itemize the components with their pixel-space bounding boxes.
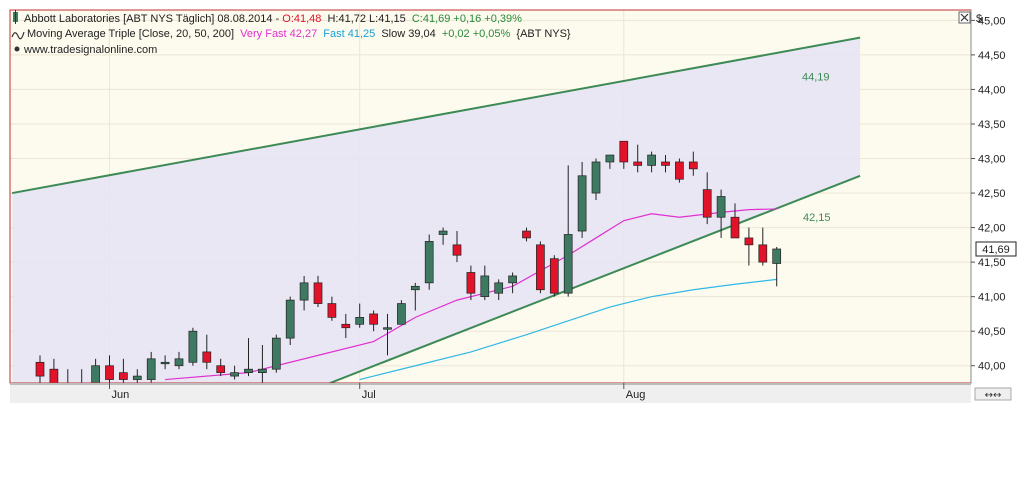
candle-body [230,372,239,377]
y-tick-label: 43,50 [978,119,1006,131]
candle-body [119,372,128,380]
candle [675,158,684,183]
candle-body [271,337,281,370]
candle-body [341,323,351,329]
candle-body [661,161,670,166]
header-line-2: Moving Average Triple [Close, 20, 50, 20… [27,28,571,40]
candle-body [313,282,323,304]
channel-lower-label: 42,15 [803,212,831,224]
candle-body [675,161,684,180]
ma-symbol: {ABT NYS} [516,28,571,40]
last-price-label: 41,69 [982,244,1010,256]
candle-body [285,299,295,339]
candle-body [466,272,476,294]
candle-body [424,241,434,284]
scroll-arrows-icon[interactable]: ↔↔ [974,387,1012,401]
candle-body [563,234,573,294]
candle-body [160,361,170,365]
candle-body [410,285,420,291]
y-tick-label: 40,50 [978,326,1006,338]
candle-body [577,175,587,232]
candle-body [730,216,740,239]
chart: Jun Jul Aug $ 40,0040,5041,0041,5042,0042,… [0,0,1025,496]
candle-body [355,317,365,325]
last-price-marker: 41,69 [975,241,1017,257]
candle-body [508,275,517,284]
x-tick-label: Jun [112,389,130,401]
candle-body [480,275,490,298]
time-axis-bar [10,383,971,403]
candle-body [452,244,462,256]
candle-body [744,237,754,246]
candle-body [438,230,448,235]
channel-upper-label: 44,19 [802,71,830,83]
candle-body [772,248,782,264]
candle-body [397,303,406,325]
candle-body [758,244,768,263]
ma-change: +0,02 +0,05% [442,28,511,40]
y-tick-label: 43,00 [978,154,1006,166]
candle-body [188,330,198,363]
candle-body [633,161,643,166]
header-close: C:41,69 +0,16 +0,39% [412,13,522,25]
candle [424,234,434,290]
ma-very-fast-label: Very Fast 42,27 [240,28,317,40]
candle-body [258,368,267,373]
candle-body [591,161,601,194]
candle-body [105,365,114,380]
candle-body [605,154,615,163]
x-tick-label: Jul [362,389,376,401]
header-prefix: Abbott Laboratories [ABT NYS Täglich] 08… [24,13,280,25]
svg-text:↔↔: ↔↔ [985,390,1002,401]
y-tick-label: 45,00 [978,15,1006,27]
website-label: www.tradesignalonline.com [23,44,157,56]
y-tick-label: 42,00 [978,223,1006,235]
candle-body [536,244,545,291]
candle-body [202,351,212,363]
candle-body [383,327,392,330]
ma-slow-label: Slow 39,04 [381,28,435,40]
candle [536,241,545,294]
candle-body [299,282,309,301]
candle-body [522,230,531,239]
candle-body [549,258,559,294]
bullet-icon [14,46,20,52]
candle-body [688,161,698,170]
candle-body [132,375,142,380]
y-tick-label: 40,00 [978,361,1006,373]
header-line-1: Abbott Laboratories [ABT NYS Täglich] 08… [24,13,522,25]
candle-body [619,140,629,163]
y-tick-label: 41,00 [978,292,1006,304]
candle [397,300,406,325]
candle-body [216,365,226,373]
header-hlc: H:41,72 L:41,15 [327,13,405,25]
candle-body [647,154,656,166]
candle-body [327,303,337,318]
candle [549,255,559,297]
candle-body [35,361,45,377]
candle-body [369,313,378,325]
candle-body [174,358,184,367]
close-icon[interactable] [958,11,971,24]
ma-fast-label: Fast 41,25 [323,28,375,40]
candle-body [146,358,156,380]
header-open: O:41,48 [282,13,321,25]
candle-body [702,189,712,218]
y-tick-label: 44,50 [978,50,1006,62]
candle-body [716,196,726,218]
candle-body [494,282,504,294]
y-tick-label: 44,00 [978,84,1006,96]
candle [285,296,295,346]
y-tick-label: 41,50 [978,257,1006,269]
ma-name: Moving Average Triple [Close, 20, 50, 20… [27,28,234,40]
x-tick-label: Aug [626,389,646,401]
candle-body [244,368,253,373]
candle-body [91,365,100,383]
y-tick-label: 42,50 [978,188,1006,200]
candle [188,327,198,366]
candle [271,334,281,373]
